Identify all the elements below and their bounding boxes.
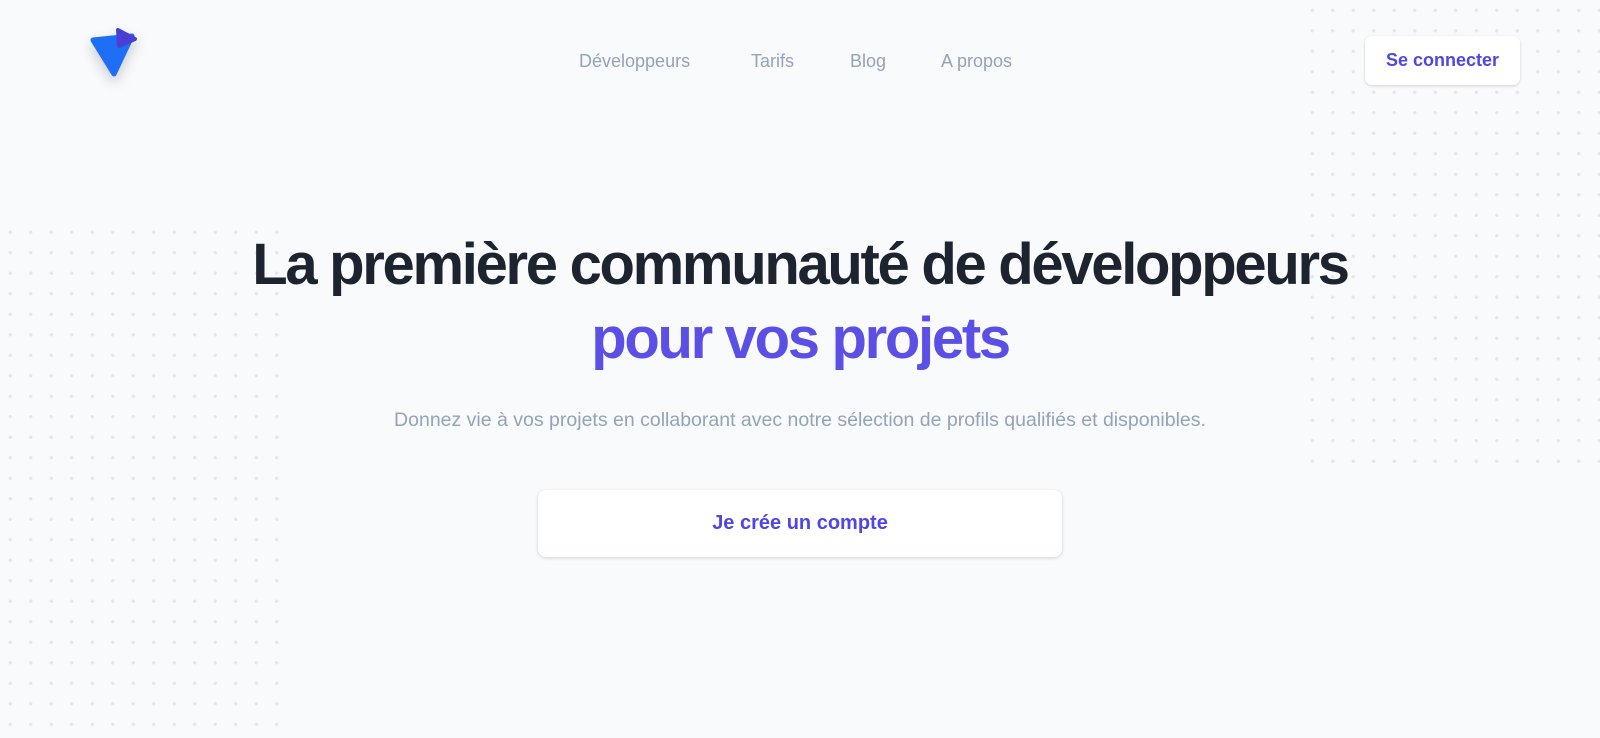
landing-page: Développeurs Tarifs Blog A propos Se con… <box>0 0 1600 738</box>
hero-subtitle: Donnez vie à vos projets en collaborant … <box>394 409 1206 431</box>
nav-link-tarifs[interactable]: Tarifs <box>751 49 794 73</box>
login-button[interactable]: Se connecter <box>1365 36 1520 85</box>
hero-title-line-2-highlight: pour vos projets <box>591 306 1011 371</box>
nav-link-blog[interactable]: Blog <box>850 49 886 73</box>
site-header: Développeurs Tarifs Blog A propos Se con… <box>0 0 1600 122</box>
main-navigation: Développeurs Tarifs Blog A propos <box>0 49 1600 73</box>
hero-title: La première communauté de développeurs p… <box>0 228 1600 376</box>
nav-link-developpeurs[interactable]: Développeurs <box>579 49 690 73</box>
nav-link-a-propos[interactable]: A propos <box>941 49 1012 73</box>
hero-title-line-1: La première communauté de développeurs <box>252 232 1350 297</box>
create-account-button[interactable]: Je crée un compte <box>538 490 1062 557</box>
